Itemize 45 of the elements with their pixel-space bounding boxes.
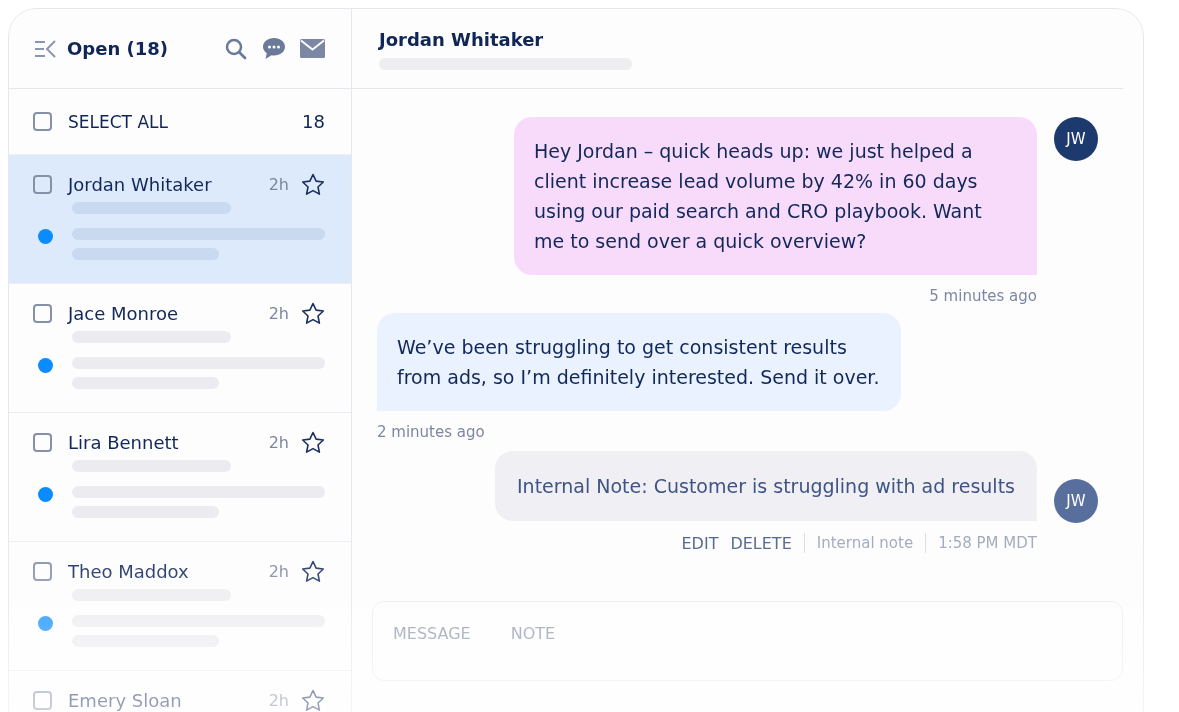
conversation-item[interactable]: Lira Bennett 2h (9, 413, 351, 542)
star-icon[interactable] (301, 431, 325, 454)
conversation-checkbox[interactable] (33, 691, 52, 710)
contact-name: Jordan Whitaker (379, 29, 545, 50)
conversation-time: 2h (268, 691, 289, 710)
envelope-icon[interactable] (300, 39, 325, 58)
conversation-checkbox[interactable] (33, 562, 52, 581)
conversation-time: 2h (268, 562, 289, 581)
conversation-checkbox[interactable] (33, 433, 52, 452)
conversation-checkbox[interactable] (33, 304, 52, 323)
message-bubble: We’ve been struggling to get consistent results from ads, so I’m definitely interested. Send it over. (377, 313, 901, 411)
message-bubble: Hey Jordan – quick heads up: we just helped a client increase lead volume by 42% in 60 days using our paid search and CRO playbook. Want me to send over a quick overview? (514, 117, 1037, 275)
conversation-time: 2h (268, 175, 289, 194)
star-icon[interactable] (301, 560, 325, 583)
conversation-count: 18 (302, 111, 325, 132)
message-time: 2 minutes ago (377, 423, 486, 441)
contact-name: Emery Sloan (68, 690, 182, 711)
note-action-button[interactable]: EDIT (681, 533, 719, 553)
note-label: Internal note (816, 534, 914, 552)
conversation-item[interactable]: Jace Monroe 2h (9, 284, 351, 413)
contact-name: Jordan Whitaker (68, 174, 212, 195)
contact-name: Theo Maddox (68, 561, 189, 582)
avatar: JW (1054, 479, 1098, 523)
conversation-time: 2h (268, 433, 289, 452)
conversation-item[interactable]: Emery Sloan 2h (9, 671, 351, 712)
avatar: JW (1054, 117, 1098, 161)
collapse-icon[interactable] (33, 38, 57, 59)
conversation-item[interactable]: Jordan Whitaker 2h (9, 155, 351, 284)
star-icon[interactable] (301, 302, 325, 325)
conversation-checkbox[interactable] (33, 175, 52, 194)
star-icon[interactable] (301, 689, 325, 712)
conversation-time: 2h (268, 304, 289, 323)
note-bubble: Internal Note: Customer is struggling with ad results (495, 451, 1037, 521)
contact-name: Jace Monroe (68, 303, 179, 324)
message-time: 5 minutes ago (928, 287, 1037, 305)
search-icon[interactable] (224, 36, 248, 61)
select-all-checkbox[interactable] (33, 112, 52, 131)
contact-name: Lira Bennett (68, 432, 179, 453)
message-time: 1:58 PM MDT (938, 534, 1037, 552)
conversation-item[interactable]: Theo Maddox 2h (9, 542, 351, 671)
note-action-button[interactable]: DELETE (730, 533, 792, 553)
select-all-label: SELECT ALL (68, 111, 168, 132)
chat-bubble-icon[interactable] (262, 37, 286, 60)
inbox-title: Open (18) (67, 38, 168, 59)
star-icon[interactable] (301, 173, 325, 196)
